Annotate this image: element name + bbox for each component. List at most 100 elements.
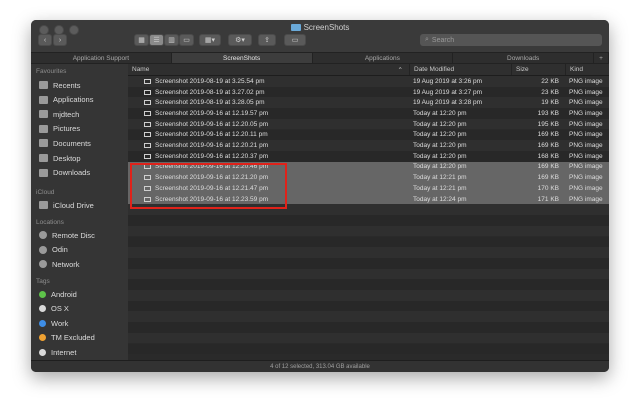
file-row[interactable]: Screenshot 2019-09-16 at 12.20.37 pm Toda… <box>128 150 609 162</box>
file-list: Name ⌃ Date Modified Size Kind Screensho… <box>128 64 609 360</box>
favourite-icon <box>39 124 48 133</box>
sidebar-item-favourite-2[interactable]: mjdtech <box>39 108 79 120</box>
sidebar-item-tag-0[interactable]: Android <box>39 288 77 300</box>
sidebar-item-favourite-4[interactable]: Documents <box>39 137 91 149</box>
column-header-kind[interactable]: Kind <box>565 64 609 75</box>
group-button[interactable]: ▦▾ <box>199 34 221 46</box>
column-header-name[interactable]: Name ⌃ <box>128 64 409 75</box>
column-header-date[interactable]: Date Modified <box>409 64 511 75</box>
window-title-text: ScreenShots <box>303 23 350 32</box>
tab-2[interactable]: Applications <box>313 53 454 63</box>
file-icon <box>144 153 151 159</box>
sidebar-item-favourite-3[interactable]: Pictures <box>39 123 80 135</box>
file-row[interactable]: Screenshot 2019-09-16 at 12.20.21 pm Toda… <box>128 140 609 151</box>
file-row[interactable]: Screenshot 2019-09-16 at 12.20.05 pm Toda… <box>128 118 609 130</box>
file-row[interactable]: Screenshot 2019-08-19 at 3.27.02 pm 19 Au… <box>128 86 609 98</box>
file-icon <box>144 164 151 170</box>
file-row[interactable]: Screenshot 2019-09-16 at 12.21.47 pm Toda… <box>128 183 609 194</box>
file-date: Today at 12:20 pm <box>413 109 467 117</box>
file-date: Today at 12:20 pm <box>413 142 467 150</box>
sidebar-item-favourite-0[interactable]: Recents <box>39 79 81 91</box>
empty-row <box>128 225 609 237</box>
file-name: Screenshot 2019-09-16 at 12.20.21 pm <box>155 142 269 150</box>
file-name-cell: Screenshot 2019-09-16 at 12.20.46 pm <box>144 162 268 173</box>
file-date: Today at 12:21 pm <box>413 174 467 182</box>
file-icon <box>144 143 151 149</box>
new-tab-button[interactable]: + <box>594 53 609 63</box>
column-view-button[interactable]: ▥ <box>164 34 179 46</box>
file-date: Today at 12:20 pm <box>413 120 467 128</box>
sort-chevron-icon: ⌃ <box>397 66 403 74</box>
tab-1[interactable]: ScreenShots <box>171 53 313 63</box>
empty-row <box>128 311 609 323</box>
file-row[interactable]: Screenshot 2019-09-16 at 12.23.59 pm Toda… <box>128 193 609 205</box>
action-button[interactable]: ⚙▾ <box>228 34 252 46</box>
column-header-size[interactable]: Size <box>511 64 565 75</box>
folder-icon <box>290 24 301 31</box>
tag-dot-icon <box>39 348 46 356</box>
sidebar: Favourites iCloud Locations Tags Recents… <box>31 64 128 360</box>
file-name: Screenshot 2019-08-19 at 3.25.54 pm <box>155 77 265 85</box>
sidebar-item-favourite-1[interactable]: Applications <box>39 94 93 106</box>
tab-3[interactable]: Downloads <box>453 53 594 63</box>
tab-0[interactable]: Application Support <box>31 53 172 63</box>
search-field[interactable]: ⌕ Search <box>420 34 602 46</box>
status-text: 4 of 12 selected, 313.04 GB available <box>270 363 370 370</box>
sidebar-item-location-1[interactable]: Odin <box>39 244 68 256</box>
tab-label: Applications <box>364 54 400 62</box>
file-size: 170 KB <box>537 184 559 192</box>
sidebar-item-tag-1[interactable]: OS X <box>39 303 69 315</box>
file-row[interactable]: Screenshot 2019-09-16 at 12.19.57 pm Toda… <box>128 108 609 119</box>
sidebar-item-favourite-6[interactable]: Downloads <box>39 167 90 179</box>
empty-row <box>128 322 609 333</box>
sidebar-item-location-0[interactable]: Remote Disc <box>39 229 95 241</box>
sidebar-item-label: Desktop <box>53 153 81 163</box>
file-row[interactable]: Screenshot 2019-08-19 at 3.28.05 pm 19 Au… <box>128 97 609 109</box>
file-kind: PNG image <box>569 174 603 182</box>
sidebar-item-tag-2[interactable]: Work <box>39 317 68 329</box>
sidebar-item-favourite-5[interactable]: Desktop <box>39 152 81 164</box>
empty-row <box>128 236 609 248</box>
file-icon <box>144 121 151 127</box>
grid-icon: ▦ <box>138 37 145 44</box>
column-header-kind-label: Kind <box>570 66 584 73</box>
list-header: Name ⌃ Date Modified Size Kind <box>128 64 609 76</box>
empty-row <box>128 204 609 216</box>
sidebar-item-tag-3[interactable]: TM Excluded <box>39 332 95 344</box>
tags-button[interactable]: ▭ <box>284 34 306 46</box>
file-row[interactable]: Screenshot 2019-09-16 at 12.20.46 pm Toda… <box>128 161 609 173</box>
file-date: Today at 12:21 pm <box>413 184 467 192</box>
status-bar: 4 of 12 selected, 313.04 GB available <box>31 360 609 372</box>
file-name: Screenshot 2019-08-19 at 3.28.05 pm <box>155 99 265 107</box>
file-row[interactable]: Screenshot 2019-08-19 at 3.25.54 pm 19 Au… <box>128 76 609 87</box>
search-icon: ⌕ <box>425 36 429 43</box>
icloud-icon <box>39 201 48 209</box>
file-row[interactable]: Screenshot 2019-09-16 at 12.21.20 pm Toda… <box>128 172 609 183</box>
file-row[interactable]: Screenshot 2019-09-16 at 12.20.11 pm Toda… <box>128 129 609 141</box>
sidebar-item-label: Downloads <box>53 168 91 178</box>
tag-icon: ▭ <box>291 37 299 44</box>
forward-button[interactable]: › <box>53 34 67 46</box>
share-button[interactable]: ⇪ <box>258 34 276 46</box>
sidebar-item-icloud-0[interactable]: iCloud Drive <box>39 199 94 211</box>
finder-window: ScreenShots ‹ › ▦ ☰ ▥ ▭ ▦▾ ⚙▾ ⇪ ▭ ⌕ Sear… <box>31 20 609 372</box>
file-size: 22 KB <box>541 77 559 85</box>
empty-row <box>128 332 609 344</box>
list-view-button[interactable]: ☰ <box>149 34 164 46</box>
file-name: Screenshot 2019-09-16 at 12.19.57 pm <box>155 109 269 117</box>
gallery-view-button[interactable]: ▭ <box>179 34 194 46</box>
empty-row <box>128 247 609 258</box>
sidebar-item-tag-4[interactable]: Internet <box>39 346 76 358</box>
tab-label: ScreenShots <box>223 54 261 62</box>
file-name: Screenshot 2019-09-16 at 12.20.37 pm <box>155 152 269 160</box>
file-name-cell: Screenshot 2019-08-19 at 3.27.02 pm <box>144 87 265 98</box>
icon-view-button[interactable]: ▦ <box>134 34 149 46</box>
file-icon <box>144 78 151 84</box>
empty-row <box>128 290 609 301</box>
sidebar-item-location-2[interactable]: Network <box>39 258 80 270</box>
sidebar-item-label: Android <box>51 289 77 299</box>
back-button[interactable]: ‹ <box>38 34 52 46</box>
file-kind: PNG image <box>569 88 603 96</box>
column-header-date-label: Date Modified <box>414 66 455 73</box>
file-name: Screenshot 2019-09-16 at 12.21.47 pm <box>155 184 269 192</box>
